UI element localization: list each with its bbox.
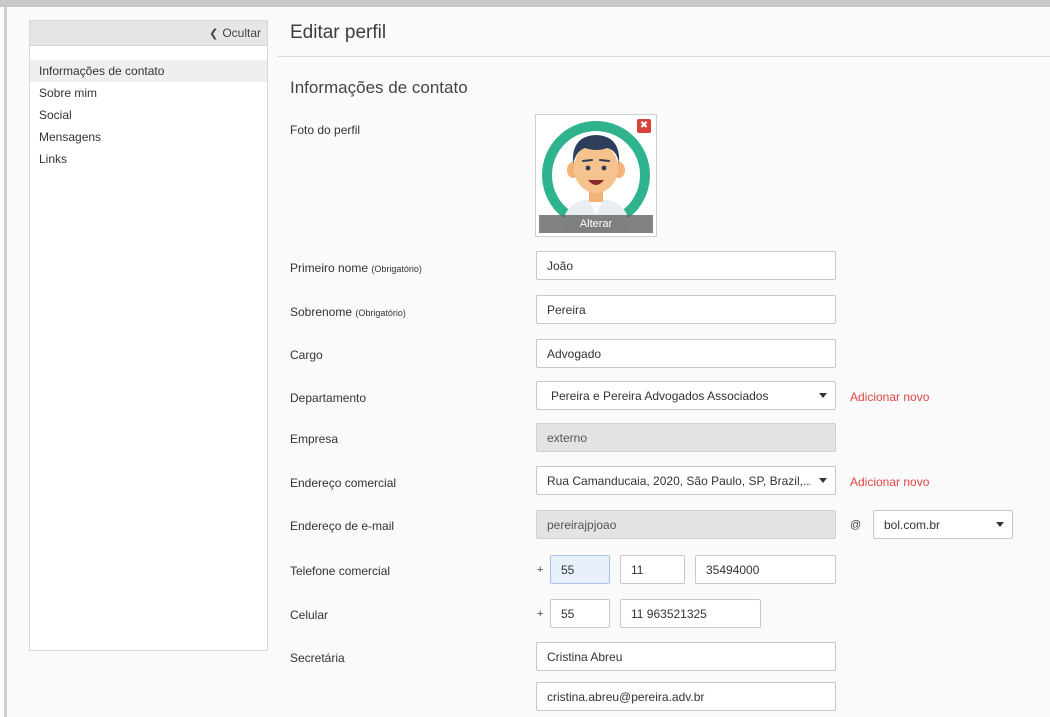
email-label: Endereço de e-mail <box>290 519 395 533</box>
page-title: Editar perfil <box>290 22 387 43</box>
section-title: Informações de contato <box>290 78 468 97</box>
company-field: externo <box>536 423 836 452</box>
last-name-label: Sobrenome (Obrigatório) <box>290 305 406 319</box>
email-domain-select[interactable]: bol.com.br <box>873 510 1013 539</box>
profile-photo: ✖ Alterar <box>535 114 657 237</box>
sidebar-item-links[interactable]: Links <box>30 148 267 170</box>
sidebar-item-social[interactable]: Social <box>30 104 267 126</box>
last-name-field[interactable]: Pereira <box>536 295 836 324</box>
first-name-label: Primeiro nome (Obrigatório) <box>290 261 422 275</box>
first-name-field[interactable]: João <box>536 251 836 280</box>
sidebar-nav: Informações de contato Sobre mim Social … <box>30 60 267 170</box>
business-phone-number-field[interactable]: 35494000 <box>695 555 836 584</box>
business-phone-label: Telefone comercial <box>290 564 391 578</box>
first-name-required-note: (Obrigatório) <box>371 264 422 274</box>
title-divider <box>278 56 1050 57</box>
job-title-field[interactable]: Advogado <box>536 339 836 368</box>
close-icon: ✖ <box>639 120 649 131</box>
mobile-number-field[interactable]: 11 963521325 <box>620 599 761 628</box>
email-domain-selected-value: bol.com.br <box>884 517 941 532</box>
mobile-label: Celular <box>290 608 329 622</box>
last-name-required-note: (Obrigatório) <box>355 308 406 318</box>
business-phone-area-field[interactable]: 11 <box>620 555 685 584</box>
first-name-label-text: Primeiro nome <box>290 261 369 275</box>
plus-symbol: + <box>537 564 544 576</box>
last-name-label-text: Sobrenome <box>290 305 353 319</box>
secretary-email-field[interactable]: cristina.abreu@pereira.adv.br <box>536 682 836 711</box>
profile-photo-label: Foto do perfil <box>290 123 361 137</box>
chevron-down-icon <box>996 522 1004 527</box>
department-select[interactable]: Pereira e Pereira Advogados Associados <box>536 381 836 410</box>
department-selected-value: Pereira e Pereira Advogados Associados <box>551 388 769 403</box>
secretary-name-field[interactable]: Cristina Abreu <box>536 642 836 671</box>
at-symbol: @ <box>850 519 862 531</box>
delete-photo-button[interactable]: ✖ <box>637 119 651 133</box>
chevron-down-icon <box>819 393 827 398</box>
mobile-country-field[interactable]: 55 <box>550 599 610 628</box>
business-address-select[interactable]: Rua Camanducaia, 2020, São Paulo, SP, Br… <box>536 466 836 495</box>
company-label: Empresa <box>290 432 339 446</box>
email-user-field: pereirajpjoao <box>536 510 836 539</box>
plus-symbol: + <box>537 608 544 620</box>
business-address-label: Endereço comercial <box>290 476 397 490</box>
business-address-selected-value: Rua Camanducaia, 2020, São Paulo, SP, Br… <box>547 473 811 488</box>
add-department-link[interactable]: Adicionar novo <box>850 390 929 404</box>
job-title-label: Cargo <box>290 348 323 362</box>
hide-sidebar-button[interactable]: ❮ Ocultar <box>30 21 267 46</box>
sidebar-item-about-me[interactable]: Sobre mim <box>30 82 267 104</box>
secretary-label: Secretária <box>290 651 345 665</box>
chevron-left-icon: ❮ <box>209 27 219 40</box>
business-phone-country-field[interactable]: 55 <box>550 555 610 584</box>
hide-sidebar-label: Ocultar <box>222 26 261 40</box>
chevron-down-icon <box>819 478 827 483</box>
add-address-link[interactable]: Adicionar novo <box>850 475 929 489</box>
window-left-border <box>4 7 7 717</box>
department-label: Departamento <box>290 391 367 405</box>
sidebar: ❮ Ocultar Informações de contato Sobre m… <box>29 20 268 651</box>
sidebar-item-contact-info[interactable]: Informações de contato <box>30 60 267 82</box>
window-top-border <box>0 0 1050 7</box>
sidebar-item-messages[interactable]: Mensagens <box>30 126 267 148</box>
change-photo-button[interactable]: Alterar <box>539 215 653 233</box>
